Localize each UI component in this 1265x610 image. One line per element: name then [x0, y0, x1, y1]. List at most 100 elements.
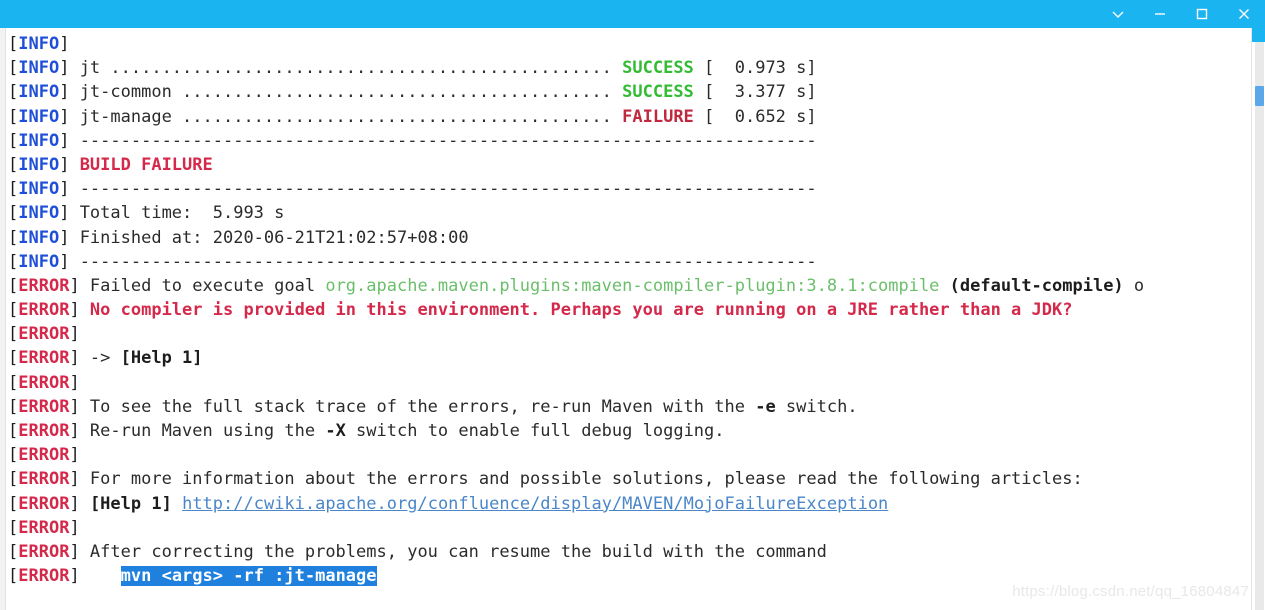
scrollbar-thumb[interactable]	[1255, 86, 1264, 106]
log-level-error: ERROR	[18, 517, 70, 538]
log-bracket-open: [	[8, 469, 19, 490]
log-bracket-open: [	[8, 130, 19, 151]
minimize-icon[interactable]	[1139, 0, 1181, 28]
selected-resume-command[interactable]: mvn <args> -rf :jt-manage	[120, 566, 377, 587]
log-bracket-open: [	[8, 517, 19, 538]
log-text: Total time: 5.993 s	[69, 203, 285, 224]
log-line: [INFO]	[8, 32, 1251, 56]
log-line: [INFO] jt ..............................…	[8, 56, 1251, 80]
log-line: [ERROR] [Help 1] http://cwiki.apache.org…	[8, 492, 1251, 516]
log-text: No compiler is provided in this environm…	[79, 300, 1073, 321]
console-output-pane[interactable]: [INFO] [INFO] jt ........................…	[0, 28, 1265, 610]
log-text: jt .....................................…	[69, 58, 623, 79]
log-level-info: INFO	[18, 179, 60, 200]
log-bracket-close: ]	[59, 179, 70, 200]
log-level-error: ERROR	[18, 445, 70, 466]
log-bracket-close: ]	[59, 82, 70, 103]
log-text: [ 3.377 s]	[693, 82, 817, 103]
log-text: o	[1123, 275, 1145, 296]
log-bracket-close: ]	[59, 251, 70, 272]
log-level-error: ERROR	[18, 396, 70, 417]
log-level-error: ERROR	[18, 300, 70, 321]
log-bracket-open: [	[8, 396, 19, 417]
log-text: jt-common ..............................…	[69, 82, 623, 103]
log-line: [INFO] ---------------------------------…	[8, 250, 1251, 274]
log-bracket-open: [	[8, 275, 19, 296]
log-bracket-open: [	[8, 324, 19, 345]
log-bracket-close: ]	[69, 275, 80, 296]
log-text: [Help 1]	[120, 348, 203, 369]
maven-build-output-window: [INFO] [INFO] jt ........................…	[0, 0, 1265, 610]
help-link[interactable]: http://cwiki.apache.org/confluence/displ…	[182, 494, 888, 514]
log-level-info: INFO	[18, 130, 60, 151]
log-bracket-close: ]	[69, 372, 80, 393]
log-text: (default-compile)	[949, 275, 1124, 296]
log-level-info: INFO	[18, 58, 60, 79]
close-icon[interactable]	[1223, 0, 1265, 28]
log-bracket-close: ]	[69, 421, 80, 441]
log-line: [INFO] Total time: 5.993 s	[8, 201, 1251, 225]
log-bracket-close: ]	[59, 227, 70, 248]
scrollbar-track[interactable]	[1255, 28, 1264, 610]
log-bracket-close: ]	[59, 203, 70, 224]
log-level-error: ERROR	[18, 493, 70, 514]
window-titlebar[interactable]	[0, 0, 1265, 28]
log-text: FAILURE	[622, 106, 694, 127]
log-text: ----------------------------------------…	[69, 130, 817, 151]
maximize-icon[interactable]	[1181, 0, 1223, 28]
left-gutter	[0, 28, 6, 610]
log-text: ----------------------------------------…	[69, 179, 817, 200]
log-bracket-open: [	[8, 566, 19, 587]
log-line: [INFO] Finished at: 2020-06-21T21:02:57+…	[8, 226, 1251, 250]
log-line-list: [INFO] [INFO] jt ........................…	[8, 32, 1251, 610]
log-line: [ERROR] -> [Help 1]	[8, 346, 1251, 370]
chevron-down-icon[interactable]	[1097, 0, 1139, 28]
log-line: [ERROR] For more information about the e…	[8, 467, 1251, 491]
log-text: BUILD FAILURE	[69, 154, 213, 175]
log-line: [INFO] ---------------------------------…	[8, 129, 1251, 153]
log-level-error: ERROR	[18, 566, 70, 587]
log-bracket-close: ]	[69, 493, 80, 514]
log-level-error: ERROR	[18, 421, 70, 441]
log-level-error: ERROR	[18, 372, 70, 393]
log-bracket-open: [	[8, 82, 19, 103]
log-bracket-open: [	[8, 227, 19, 248]
log-text: [ 0.973 s]	[693, 58, 817, 79]
log-level-error: ERROR	[18, 541, 70, 562]
log-text: Finished at: 2020-06-21T21:02:57+08:00	[69, 227, 469, 248]
log-bracket-close: ]	[59, 34, 70, 54]
log-text: switch to enable full debug logging.	[345, 421, 725, 441]
log-bracket-open: [	[8, 179, 19, 200]
log-text: -e	[755, 396, 776, 417]
log-bracket-close: ]	[59, 154, 70, 175]
log-level-info: INFO	[18, 227, 60, 248]
log-bracket-open: [	[8, 445, 19, 466]
log-bracket-close: ]	[69, 348, 80, 369]
log-line: [ERROR] Failed to execute goal org.apach…	[8, 274, 1251, 298]
scrollbar-top-marker	[1252, 28, 1265, 42]
log-level-info: INFO	[18, 34, 60, 54]
vertical-scrollbar[interactable]	[1251, 28, 1265, 610]
log-bracket-open: [	[8, 541, 19, 562]
log-line: [ERROR] After correcting the problems, y…	[8, 540, 1251, 564]
log-bracket-open: [	[8, 106, 19, 127]
log-bracket-open: [	[8, 154, 19, 175]
log-bracket-close: ]	[59, 58, 70, 79]
log-bracket-open: [	[8, 421, 19, 441]
log-bracket-close: ]	[59, 130, 70, 151]
log-line: [ERROR] To see the full stack trace of t…	[8, 395, 1251, 419]
log-bracket-open: [	[8, 58, 19, 79]
log-level-info: INFO	[18, 251, 60, 272]
log-level-info: INFO	[18, 106, 60, 127]
log-line: [ERROR]	[8, 443, 1251, 467]
log-level-error: ERROR	[18, 324, 70, 345]
log-line: [INFO] ---------------------------------…	[8, 177, 1251, 201]
log-text: Re-run Maven using the	[79, 421, 326, 441]
log-text: After correcting the problems, you can r…	[79, 541, 827, 562]
log-text: ----------------------------------------…	[69, 251, 817, 272]
log-text: To see the full stack trace of the error…	[79, 396, 756, 417]
